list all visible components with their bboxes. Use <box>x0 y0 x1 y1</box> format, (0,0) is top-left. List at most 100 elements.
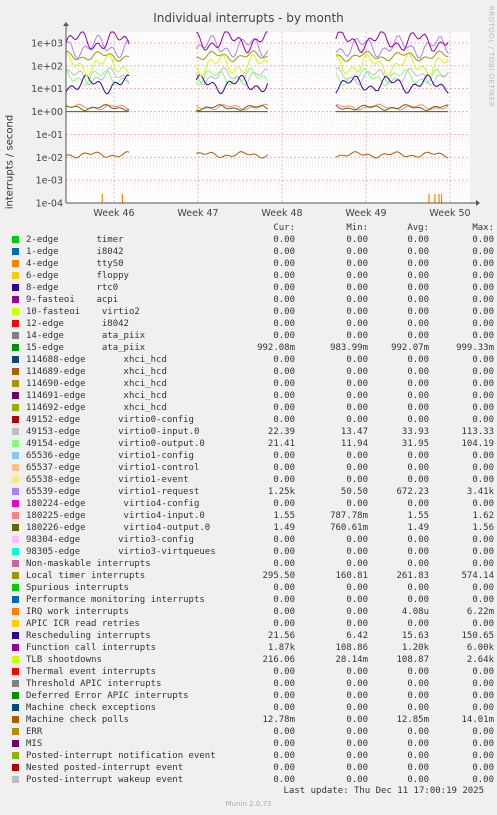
legend-name: 49154-edge virtio0-output.0 <box>26 439 205 449</box>
legend-max: 0.00 <box>472 739 494 749</box>
legend-swatch <box>12 260 19 267</box>
legend-row: Function call interrupts 1.87k 108.86 1.20k… <box>12 642 494 654</box>
legend-max: 0.00 <box>472 583 494 593</box>
legend-cur: 0.00 <box>273 595 295 605</box>
legend-cur: 0.00 <box>273 379 295 389</box>
legend-min: 983.99m <box>330 343 368 353</box>
legend-row: 8-edge rtc0 0.00 0.00 0.00 0.00 <box>12 282 494 294</box>
x-tick-label: Week 46 <box>93 208 134 219</box>
legend-max: 0.00 <box>472 367 494 377</box>
legend-cur: 1.25k <box>267 487 295 497</box>
legend-min: 108.86 <box>335 643 368 653</box>
legend-max: 0.00 <box>472 283 494 293</box>
x-tick-label: Week 48 <box>261 208 302 219</box>
legend-header: Cur: Min: Avg: Max: <box>12 222 494 234</box>
legend-max: 0.00 <box>472 307 494 317</box>
legend-min: 0.00 <box>346 247 368 257</box>
legend-swatch <box>12 296 19 303</box>
legend-min: 0.00 <box>346 775 368 785</box>
legend-swatch <box>12 248 19 255</box>
legend-name: 65537-edge virtio1-control <box>26 463 200 473</box>
legend-swatch <box>12 704 19 711</box>
legend-avg: 1.49 <box>407 523 429 533</box>
y-tick-label: 1e+01 <box>31 84 63 95</box>
legend-name: 114692-edge xhci_hcd <box>26 403 167 413</box>
legend-name: Rescheduling interrupts <box>26 631 151 641</box>
legend-min: 0.00 <box>346 355 368 365</box>
legend-avg: 0.00 <box>407 379 429 389</box>
legend-avg: 0.00 <box>407 331 429 341</box>
legend-avg: 0.00 <box>407 739 429 749</box>
legend-avg: 0.00 <box>407 595 429 605</box>
legend-swatch <box>12 728 19 735</box>
legend-max: 0.00 <box>472 751 494 761</box>
legend-swatch <box>12 416 19 423</box>
legend-name: Spurious interrupts <box>26 583 129 593</box>
y-tick-label: 1e+03 <box>31 38 63 49</box>
legend-cur: 0.00 <box>273 535 295 545</box>
legend-min: 0.00 <box>346 391 368 401</box>
legend-swatch <box>12 608 19 615</box>
legend-name: Performance monitoring interrupts <box>26 595 205 605</box>
legend-max: 0.00 <box>472 691 494 701</box>
legend-cur: 21.41 <box>267 439 295 449</box>
legend-name: 180225-edge virtio4-input.0 <box>26 511 205 521</box>
legend-max: 113.33 <box>461 427 494 437</box>
legend-avg: 0.00 <box>407 271 429 281</box>
legend-max: 0.00 <box>472 295 494 305</box>
legend-name: 8-edge rtc0 <box>26 283 119 293</box>
legend-name: 114691-edge xhci_hcd <box>26 391 167 401</box>
legend-name: 98304-edge virtio3-config <box>26 535 194 545</box>
legend-cur: 0.00 <box>273 451 295 461</box>
legend-cur: 0.00 <box>273 319 295 329</box>
legend-avg: 108.87 <box>396 655 429 665</box>
legend-row: MIS 0.00 0.00 0.00 0.00 <box>12 738 494 750</box>
plot-area <box>66 32 470 203</box>
legend-min: 0.00 <box>346 451 368 461</box>
legend-name: 12-edge i8042 <box>26 319 129 329</box>
legend-row: 180226-edge virtio4-output.0 1.49 760.61m 1… <box>12 522 494 534</box>
legend-row: Threshold APIC interrupts 0.00 0.00 0.00 0.0… <box>12 678 494 690</box>
legend-row: 114690-edge xhci_hcd 0.00 0.00 0.00 0.00 <box>12 378 494 390</box>
legend-min: 0.00 <box>346 331 368 341</box>
legend-name: 1-edge i8042 <box>26 247 124 257</box>
legend-max: 0.00 <box>472 259 494 269</box>
legend-min: 0.00 <box>346 259 368 269</box>
header-min: Min: <box>346 223 368 233</box>
legend-cur: 0.00 <box>273 271 295 281</box>
legend-swatch <box>12 392 19 399</box>
legend-cur: 0.00 <box>273 463 295 473</box>
y-tick-label: 1e+00 <box>31 107 63 118</box>
munin-version: Munin 2.0.73 <box>225 800 272 808</box>
legend-min: 0.00 <box>346 535 368 545</box>
legend-cur: 0.00 <box>273 739 295 749</box>
legend-row: 2-edge timer 0.00 0.00 0.00 0.00 <box>12 234 494 246</box>
legend-max: 0.00 <box>472 595 494 605</box>
legend-min: 0.00 <box>346 679 368 689</box>
legend-name: Threshold APIC interrupts <box>26 679 162 689</box>
legend-swatch <box>12 488 19 495</box>
legend-swatch <box>12 380 19 387</box>
legend-cur: 21.56 <box>267 631 295 641</box>
legend-row: Posted-interrupt notification event 0.00 0… <box>12 750 494 762</box>
legend-avg: 0.00 <box>407 583 429 593</box>
legend-min: 0.00 <box>346 319 368 329</box>
legend-swatch <box>12 476 19 483</box>
legend-avg: 0.00 <box>407 415 429 425</box>
legend-max: 0.00 <box>472 763 494 773</box>
legend-row: Machine check exceptions 0.00 0.00 0.00 0.00 <box>12 702 494 714</box>
legend-row: Non-maskable interrupts 0.00 0.00 0.00 0.00 <box>12 558 494 570</box>
legend-avg: 0.00 <box>407 451 429 461</box>
legend-min: 0.00 <box>346 379 368 389</box>
legend-min: 0.00 <box>346 667 368 677</box>
legend-max: 0.00 <box>472 319 494 329</box>
legend-row: Rescheduling interrupts 21.56 6.42 15.63 150… <box>12 630 494 642</box>
header-max: Max: <box>472 223 494 233</box>
legend-avg: 0.00 <box>407 283 429 293</box>
legend-swatch <box>12 584 19 591</box>
legend-swatch <box>12 512 19 519</box>
legend-max: 0.00 <box>472 679 494 689</box>
legend-cur: 0.00 <box>273 499 295 509</box>
legend-name: Machine check polls <box>26 715 129 725</box>
legend-name: 114689-edge xhci_hcd <box>26 367 167 377</box>
